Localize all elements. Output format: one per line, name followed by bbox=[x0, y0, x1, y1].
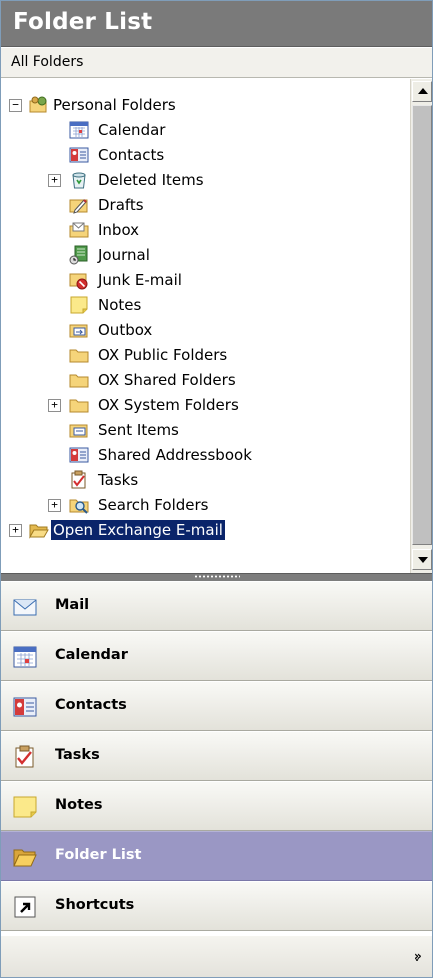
inbox-icon bbox=[69, 222, 89, 238]
tree-item-shared-addressbook[interactable]: Shared Addressbook bbox=[1, 443, 401, 468]
configure-buttons-bar[interactable]: » ˅ bbox=[1, 935, 432, 977]
tree-item-label: OX System Folders bbox=[98, 396, 239, 414]
tree-item-tasks[interactable]: Tasks bbox=[1, 468, 401, 493]
sent-items-icon bbox=[69, 424, 88, 438]
tree-item-open-exchange-email[interactable]: + Open Exchange E-mail bbox=[1, 518, 401, 543]
tasks-icon bbox=[71, 470, 86, 489]
tree-item-inbox[interactable]: Inbox bbox=[1, 218, 401, 243]
nav-button-label: Notes bbox=[55, 797, 103, 813]
tree-item-label: Calendar bbox=[98, 121, 166, 139]
nav-button-notes[interactable]: Notes bbox=[1, 781, 432, 831]
tree-item-label: Deleted Items bbox=[98, 171, 204, 189]
shortcut-icon bbox=[14, 896, 36, 918]
tree-item-contacts[interactable]: Contacts bbox=[1, 143, 401, 168]
tree-item-calendar[interactable]: Calendar bbox=[1, 118, 401, 143]
nav-button-calendar[interactable]: Calendar bbox=[1, 631, 432, 681]
journal-icon bbox=[69, 245, 88, 265]
nav-button-label: Shortcuts bbox=[55, 897, 135, 913]
nav-button-shortcuts[interactable]: Shortcuts bbox=[1, 881, 432, 931]
arrow-up-icon bbox=[418, 88, 428, 94]
tree-item-deleted-items[interactable]: + Deleted Items bbox=[1, 168, 401, 193]
tree-item-label: Shared Addressbook bbox=[98, 446, 252, 464]
tree-item-label: Contacts bbox=[98, 146, 165, 164]
nav-button-tasks[interactable]: Tasks bbox=[1, 731, 432, 781]
tasks-icon bbox=[15, 745, 34, 768]
tree-item-label: Journal bbox=[98, 246, 150, 264]
tree-item-label: Open Exchange E-mail bbox=[50, 519, 226, 541]
tree-item-label: Search Folders bbox=[98, 496, 209, 514]
folder-icon bbox=[69, 349, 89, 363]
expand-icon[interactable]: + bbox=[48, 174, 61, 187]
open-folder-icon bbox=[29, 524, 49, 539]
nav-button-contacts[interactable]: Contacts bbox=[1, 681, 432, 731]
search-folders-icon bbox=[69, 499, 89, 514]
tree-item-junk-email[interactable]: Junk E-mail bbox=[1, 268, 401, 293]
tree-item-ox-public-folders[interactable]: OX Public Folders bbox=[1, 343, 401, 368]
all-folders-bar: All Folders bbox=[1, 48, 432, 78]
tree-scrollbar[interactable] bbox=[410, 79, 432, 573]
tree-item-label: Junk E-mail bbox=[98, 271, 182, 289]
all-folders-label: All Folders bbox=[11, 54, 84, 70]
folder-icon bbox=[69, 374, 89, 388]
tree-item-outbox[interactable]: Outbox bbox=[1, 318, 401, 343]
expand-icon[interactable]: + bbox=[48, 499, 61, 512]
nav-button-label: Contacts bbox=[55, 697, 127, 713]
nav-button-label: Tasks bbox=[55, 747, 100, 763]
tree-item-drafts[interactable]: Drafts bbox=[1, 193, 401, 218]
pane-title: Folder List bbox=[13, 9, 153, 35]
tree-item-label: Inbox bbox=[98, 221, 140, 239]
collapse-icon[interactable]: − bbox=[9, 99, 22, 112]
folder-list-pane: Folder List All Folders − Personal Folde… bbox=[0, 0, 433, 978]
calendar-icon bbox=[69, 121, 89, 139]
expand-icon[interactable]: + bbox=[9, 524, 22, 537]
nav-button-label: Mail bbox=[55, 597, 90, 613]
scroll-up-button[interactable] bbox=[412, 81, 432, 102]
mail-icon bbox=[13, 599, 37, 616]
nav-button-mail[interactable]: Mail bbox=[1, 581, 432, 631]
pane-splitter[interactable] bbox=[1, 573, 432, 581]
chevron-double-down-icon[interactable]: » ˅ bbox=[414, 950, 422, 970]
tree-item-journal[interactable]: Journal bbox=[1, 243, 401, 268]
tree-item-label: Sent Items bbox=[98, 421, 179, 439]
folder-list-icon bbox=[13, 849, 37, 867]
tree-item-label: Notes bbox=[98, 296, 142, 314]
expand-icon[interactable]: + bbox=[48, 399, 61, 412]
tree-item-label: OX Public Folders bbox=[98, 346, 228, 364]
nav-button-label: Calendar bbox=[55, 647, 128, 663]
folder-tree: − Personal Folders Calendar Contacts + D… bbox=[1, 79, 409, 573]
scroll-thumb[interactable] bbox=[412, 105, 432, 545]
tree-item-ox-shared-folders[interactable]: OX Shared Folders bbox=[1, 368, 401, 393]
outbox-icon bbox=[69, 324, 88, 338]
tree-item-ox-system-folders[interactable]: + OX System Folders bbox=[1, 393, 401, 418]
tree-item-label: Outbox bbox=[98, 321, 153, 339]
scroll-down-button[interactable] bbox=[412, 549, 432, 570]
pane-header: Folder List bbox=[1, 1, 432, 47]
contacts-icon bbox=[69, 447, 89, 463]
notes-icon bbox=[70, 296, 88, 314]
tree-item-label: Drafts bbox=[98, 196, 144, 214]
tree-item-label: OX Shared Folders bbox=[98, 371, 236, 389]
nav-button-folder-list[interactable]: Folder List bbox=[1, 831, 432, 881]
grip-icon bbox=[194, 575, 240, 578]
contacts-icon bbox=[69, 147, 89, 163]
contacts-icon bbox=[13, 697, 37, 717]
personal-folders-icon bbox=[29, 96, 47, 113]
arrow-down-icon bbox=[418, 557, 428, 563]
folder-icon bbox=[69, 399, 89, 413]
calendar-icon bbox=[13, 646, 37, 668]
tree-item-personal-folders[interactable]: − Personal Folders bbox=[1, 93, 401, 118]
tree-item-notes[interactable]: Notes bbox=[1, 293, 401, 318]
deleted-items-icon bbox=[72, 172, 86, 189]
notes-icon bbox=[13, 796, 37, 818]
tree-item-sent-items[interactable]: Sent Items bbox=[1, 418, 401, 443]
tree-item-label: Personal Folders bbox=[53, 96, 176, 114]
tree-item-search-folders[interactable]: + Search Folders bbox=[1, 493, 401, 518]
tree-item-label: Tasks bbox=[98, 471, 139, 489]
nav-button-label: Folder List bbox=[55, 847, 142, 863]
junk-email-icon bbox=[69, 273, 88, 290]
drafts-icon bbox=[69, 199, 88, 214]
